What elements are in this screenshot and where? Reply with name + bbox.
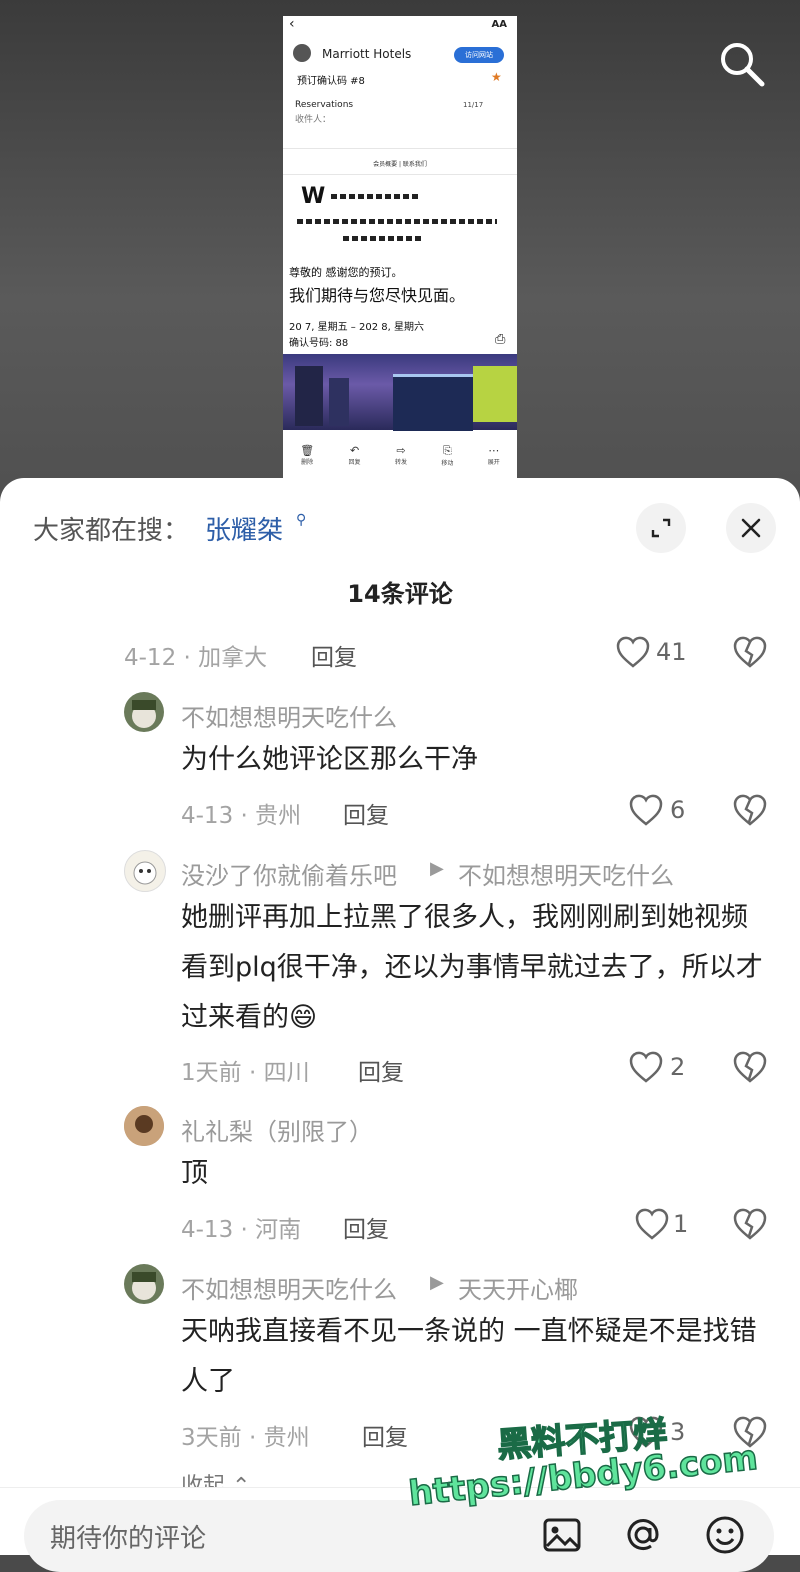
avatar[interactable] — [124, 1106, 164, 1146]
reply-button[interactable]: 回复 — [362, 1418, 408, 1452]
comment-text: 顶 — [181, 1158, 208, 1189]
comment-meta: 1天前 · 四川 — [181, 1060, 310, 1086]
emoji-icon[interactable] — [704, 1514, 746, 1556]
avatar[interactable] — [124, 850, 166, 892]
comment-input-placeholder: 期待你的评论 — [50, 1524, 207, 1554]
reply-button[interactable]: 回复 — [311, 638, 357, 672]
comment-text: 为什么她评论区那么干净 — [181, 744, 478, 775]
search-small-icon: ⚲ — [296, 512, 307, 528]
email-links: 会员概要 | 联系我们 — [373, 161, 427, 168]
broken-heart-icon[interactable] — [732, 1050, 768, 1084]
heart-icon[interactable] — [615, 635, 651, 669]
broken-heart-icon[interactable] — [732, 635, 768, 669]
hotel-logo: W — [301, 184, 330, 209]
heart-icon[interactable] — [628, 1050, 664, 1084]
trash-icon: 🗑 删除 — [300, 444, 315, 466]
email-confirmation: 确认号码: 88 — [289, 338, 349, 349]
divider — [283, 148, 517, 149]
hotel-photo — [283, 354, 517, 431]
email-toolbar: 🗑 删除 ↶ 回复 ⇨ 转发 ⎘ 移动 ⋯ 展开 — [283, 436, 517, 478]
broken-heart-icon[interactable] — [732, 793, 768, 827]
printer-icon: ⎙ — [495, 332, 506, 347]
forward-icon: ⇨ 转发 — [394, 444, 407, 466]
email-recipient: 收件人： — [295, 115, 332, 125]
redacted-text — [343, 236, 423, 241]
like-count: 2 — [670, 1053, 686, 1081]
trending-search-link[interactable]: 张耀桀 — [205, 510, 283, 547]
close-icon — [741, 518, 761, 538]
more-icon: ⋯ 展开 — [487, 444, 500, 466]
expand-icon — [651, 518, 671, 538]
comments-count: 14条评论 — [347, 580, 453, 608]
like-count: 41 — [656, 638, 687, 666]
close-button[interactable] — [726, 503, 776, 553]
email-stay-dates: 20 7, 星期五 – 202 8, 星期六 — [289, 322, 424, 333]
reply-target-username[interactable]: 不如想想明天吃什么 — [458, 856, 674, 891]
mention-icon[interactable] — [622, 1514, 664, 1556]
comment-meta: 4-13 · 贵州 — [181, 803, 302, 829]
comment-username[interactable]: 礼礼梨（别限了） — [181, 1112, 373, 1147]
comment-meta: 4-12 · 加拿大 — [124, 645, 268, 671]
email-screenshot: ‹ AA Marriott Hotels 访问网站 预订确认码 #8 ★ Res… — [283, 16, 517, 478]
reply-icon: ↶ 回复 — [348, 444, 361, 466]
back-icon: ‹ — [289, 16, 295, 32]
like-count: 3 — [670, 1418, 686, 1446]
comment-text: 她删评再加上拉黑了很多人，我刚刚刷到她视频看到plq很干净，还以为事情早就过去了… — [181, 902, 763, 1033]
expand-button[interactable] — [636, 503, 686, 553]
reply-arrow-icon: ▶ — [430, 858, 444, 879]
search-icon[interactable] — [716, 38, 768, 90]
broken-heart-icon[interactable] — [732, 1207, 768, 1241]
email-date: 11/17 — [463, 101, 484, 109]
comment-meta: 4-13 · 河南 — [181, 1217, 302, 1243]
reply-button[interactable]: 回复 — [358, 1053, 404, 1087]
reply-button[interactable]: 回复 — [343, 1210, 389, 1244]
avatar[interactable] — [124, 692, 164, 732]
redacted-text — [297, 219, 497, 224]
email-headline: 我们期待与您尽快见面。 — [289, 286, 466, 305]
avatar[interactable] — [124, 1264, 164, 1304]
email-sender: Reservations — [295, 100, 354, 110]
comment-meta: 3天前 · 贵州 — [181, 1425, 310, 1451]
comment-username[interactable]: 没沙了你就偷着乐吧 — [181, 856, 397, 891]
email-greeting: 尊敬的 感谢您的预订。 — [289, 266, 403, 279]
move-icon: ⎘ 移动 — [441, 444, 454, 467]
comment-username[interactable]: 不如想想明天吃什么 — [181, 698, 397, 733]
reply-target-username[interactable]: 天天开心椰 — [458, 1270, 578, 1305]
comment-username[interactable]: 不如想想明天吃什么 — [181, 1270, 397, 1305]
reply-arrow-icon: ▶ — [430, 1272, 444, 1293]
like-count: 1 — [673, 1210, 689, 1238]
email-subject: 预订确认码 #8 — [297, 76, 365, 87]
email-brand: Marriott Hotels — [322, 47, 412, 61]
redacted-text — [331, 194, 421, 199]
like-count: 6 — [670, 796, 686, 824]
trending-label: 大家都在搜： — [33, 516, 190, 546]
heart-icon[interactable] — [634, 1207, 670, 1241]
divider — [283, 174, 517, 175]
marriott-logo-icon — [293, 44, 311, 62]
comment-text: 天呐我直接看不见一条说的 一直怀疑是不是找错人了 — [181, 1316, 757, 1397]
text-size-icon: AA — [491, 19, 507, 30]
reply-button[interactable]: 回复 — [343, 796, 389, 830]
visit-site-button: 访问网站 — [454, 47, 504, 63]
star-icon: ★ — [491, 70, 502, 84]
image-icon[interactable] — [541, 1514, 583, 1556]
heart-icon[interactable] — [628, 793, 664, 827]
